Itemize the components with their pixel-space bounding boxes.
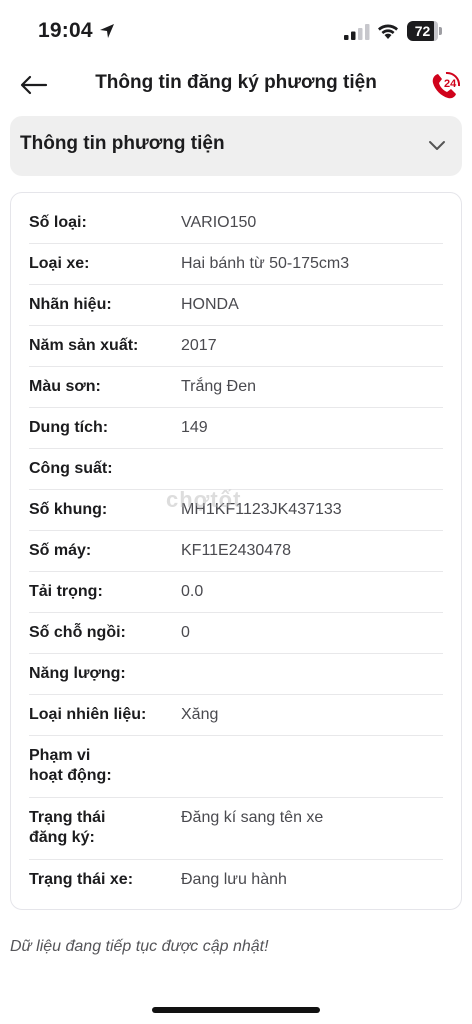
hotline-badge: 24 (444, 78, 457, 90)
info-row-value: VARIO150 (181, 214, 257, 231)
info-row: Số máy: KF11E2430478 (29, 531, 443, 572)
info-row-label: Công suất: (29, 460, 113, 477)
vehicle-info-section-header[interactable]: Thông tin phương tiện (10, 116, 462, 176)
info-row: Trạng thái xe: Đang lưu hành (29, 860, 443, 901)
chevron-down-icon (429, 141, 445, 150)
info-row: Màu sơn: Trắng Đen (29, 367, 443, 408)
status-time: 19:04 (38, 19, 93, 42)
battery-icon: 72 (407, 21, 443, 41)
info-row-label: Dung tích: (29, 419, 109, 436)
back-button[interactable] (18, 70, 50, 100)
info-row: Trạng thái đăng ký: Đăng kí sang tên xe (29, 798, 443, 860)
home-indicator (152, 1007, 320, 1013)
watermark: chợtốt (166, 487, 242, 512)
info-row: Loại nhiên liệu: Xăng (29, 695, 443, 736)
info-row-value: 2017 (181, 337, 217, 354)
info-row-value: 0.0 (181, 583, 204, 600)
info-row-value: 149 (181, 419, 208, 436)
location-arrow-icon (100, 24, 114, 38)
info-row-label: Số loại: (29, 214, 87, 231)
wifi-icon (378, 24, 398, 39)
info-row-label: Màu sơn: (29, 378, 101, 395)
info-row: Năm sản xuất: 2017 (29, 326, 443, 367)
info-row-label: Số chỗ ngồi: (29, 624, 126, 641)
info-row-label: Trạng thái đăng ký: (29, 809, 106, 846)
info-row-value: Hai bánh từ 50-175cm3 (181, 255, 350, 272)
info-row-value: HONDA (181, 296, 239, 313)
info-row: Năng lượng: (29, 654, 443, 695)
info-row: Nhãn hiệu: HONDA (29, 285, 443, 326)
info-row-value: KF11E2430478 (181, 542, 292, 559)
section-title: Thông tin phương tiện (20, 133, 225, 154)
info-row-label: Trạng thái xe: (29, 871, 134, 888)
battery-level: 72 (414, 23, 431, 39)
info-row: Công suất: (29, 449, 443, 490)
info-row: Số chỗ ngồi: 0 (29, 613, 443, 654)
info-row-label: Nhãn hiệu: (29, 296, 112, 313)
info-row-label: Số khung: (29, 501, 108, 518)
update-footnote: Dữ liệu đang tiếp tục được cập nhật! (10, 938, 269, 955)
info-row: Số loại: VARIO150 (29, 203, 443, 244)
info-row: Phạm vi hoạt động: (29, 736, 443, 798)
info-row: Dung tích: 149 (29, 408, 443, 449)
back-arrow-icon (20, 75, 48, 95)
info-row: Loại xe: Hai bánh từ 50-175cm3 (29, 244, 443, 285)
info-row-value: Trắng Đen (181, 378, 256, 395)
status-bar: 19:04 72 (0, 0, 472, 56)
nav-bar: Thông tin đăng ký phương tiện 24 (0, 62, 472, 108)
info-row-value: Đăng kí sang tên xe (181, 809, 324, 826)
hotline-24-icon[interactable]: 24 (428, 68, 464, 104)
info-row-label: Loại xe: (29, 255, 90, 272)
page-title: Thông tin đăng ký phương tiện (95, 72, 377, 93)
info-row-label: Loại nhiên liệu: (29, 706, 147, 723)
info-row-value: Đang lưu hành (181, 871, 287, 888)
cellular-signal-icon (344, 24, 370, 40)
info-row-label: Phạm vi hoạt động: (29, 747, 112, 784)
info-row-label: Số máy: (29, 542, 92, 559)
info-row-label: Năm sản xuất: (29, 337, 139, 354)
info-row-label: Tải trọng: (29, 583, 103, 600)
info-row-value: 0 (181, 624, 190, 641)
info-row: Tải trọng: 0.0 (29, 572, 443, 613)
vehicle-info-card: Số loại: VARIO150 Loại xe: Hai bánh từ 50-1… (10, 192, 462, 910)
info-row-value: Xăng (181, 706, 219, 723)
info-row-label: Năng lượng: (29, 665, 126, 682)
